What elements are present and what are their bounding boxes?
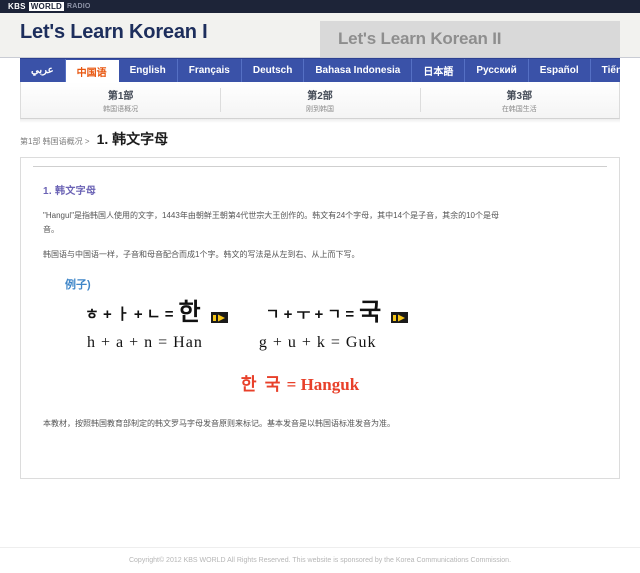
romanization-row: h + a + n = Han g + u + k = Guk: [87, 334, 605, 352]
kbs-world-radio-logo[interactable]: KBS WORLD RADIO: [8, 2, 91, 11]
language-tab-label: 中国语: [76, 67, 107, 79]
language-tab-5[interactable]: Bahasa Indonesia: [304, 59, 413, 82]
site-header: Let's Learn Korean I Let's Learn Korean …: [0, 13, 640, 58]
language-tab-label: Русский: [476, 65, 517, 76]
banner-label: Let's Learn Korean II: [338, 29, 502, 48]
language-tab-4[interactable]: Deutsch: [242, 59, 305, 82]
language-tab-2[interactable]: English: [119, 59, 178, 82]
part-navigation: 第1部 韩国语概况 第2部 刚到韩国 第3部 在韩国生活: [20, 82, 620, 119]
card-top-divider: [33, 166, 607, 167]
part-nav-item-1[interactable]: 第1部韩国语概况: [21, 82, 220, 118]
language-tab-0[interactable]: عربي: [20, 59, 66, 82]
paragraph-hangul-intro: "Hangul"是指韩国人使用的文字，1443年由朝鲜王朝第4代世宗大王创作的。…: [43, 211, 499, 234]
lesson-title: 1. 韩文字母: [96, 131, 169, 147]
combined-result-row: 한 국 = Hanguk: [35, 370, 605, 395]
language-tab-8[interactable]: Español: [529, 59, 591, 82]
example-label: 例子): [65, 279, 91, 291]
page-root: KBS WORLD RADIO Let's Learn Korean I Let…: [0, 0, 640, 573]
combined-romanized: Hanguk: [300, 375, 360, 394]
language-tab-label: Français: [188, 65, 230, 76]
logo-world-text: WORLD: [28, 2, 65, 11]
language-tab-bar: عربي 中国语 English Français Deutsch Bahasa Indo…: [20, 58, 640, 82]
romanization-guk: g + u + k = Guk: [258, 334, 377, 351]
combined-hangul: 한 국: [240, 375, 283, 394]
language-tab-label: 日本語: [423, 67, 454, 78]
language-tab-1[interactable]: 中国语: [65, 60, 119, 82]
section-heading: 1. 韩文字母: [43, 186, 97, 197]
page-title-lets-learn-korean-1: Let's Learn Korean I: [20, 21, 208, 43]
part-title: 第1部: [107, 90, 134, 102]
copyright-text: Copyright© 2012 KBS WORLD All Rights Res…: [128, 557, 512, 564]
site-footer: Copyright© 2012 KBS WORLD All Rights Res…: [0, 547, 640, 573]
part-title: 第3部: [506, 90, 533, 102]
lesson-content-card: 1. 韩文字母 "Hangul"是指韩国人使用的文字，1443年由朝鲜王朝第4代…: [20, 157, 620, 479]
logo-radio-text: RADIO: [67, 3, 91, 10]
part-nav-shadow: [20, 119, 620, 123]
play-icon[interactable]: [391, 312, 409, 323]
formula-han: ㅎ + ㅏ + ㄴ = 한: [85, 301, 228, 325]
part-nav-item-3[interactable]: 第3部在韩国生活: [419, 82, 619, 118]
language-tab-label: عربي: [31, 65, 54, 76]
formula-guk-parts: ㄱ + ㅜ + ㄱ =: [265, 305, 355, 323]
language-tab-label: Bahasa Indonesia: [315, 65, 401, 76]
play-icon[interactable]: [210, 312, 228, 323]
language-tab-label: Deutsch: [252, 65, 293, 76]
part-subtitle: 在韩国生活: [501, 105, 537, 113]
formula-guk-result: 국: [359, 299, 382, 326]
logo-kbs-text: KBS: [8, 2, 26, 11]
breadcrumb-path[interactable]: 第1部 韩国语概况 >: [20, 136, 90, 147]
combined-equals: =: [286, 375, 297, 394]
paragraph-writing-direction: 韩国语与中国语一样，子音和母音配合而成1个字。韩文的写法是从左到右、从上而下写。: [43, 250, 360, 259]
formula-guk: ㄱ + ㅜ + ㄱ = 국: [266, 301, 409, 325]
language-tab-7[interactable]: Русский: [465, 59, 529, 82]
formula-han-result: 한: [178, 299, 201, 326]
part-subtitle: 刚到韩国: [305, 105, 334, 113]
language-tab-9[interactable]: Tiếng Việt: [591, 59, 640, 82]
hangul-formula-row: ㅎ + ㅏ + ㄴ = 한 ㄱ + ㅜ + ㄱ = 국: [85, 296, 605, 330]
part-subtitle: 韩国语概况: [103, 105, 139, 113]
language-tab-label: Tiếng Việt: [601, 65, 640, 76]
romanization-han: h + a + n = Han: [87, 334, 203, 351]
lets-learn-korean-2-banner[interactable]: Let's Learn Korean II: [320, 21, 620, 57]
part-title: 第2部: [307, 90, 333, 102]
top-brand-bar: KBS WORLD RADIO: [0, 0, 640, 13]
language-tab-label: Español: [539, 65, 579, 76]
language-tab-6[interactable]: 日本語: [412, 59, 466, 82]
part-nav-item-2[interactable]: 第2部刚到韩国: [220, 82, 419, 118]
breadcrumb: 第1部 韩国语概况 > 1. 韩文字母: [20, 129, 620, 153]
formula-han-parts: ㅎ + ㅏ + ㄴ =: [85, 305, 174, 323]
footnote-pronunciation: 本教材，按照韩国教育部制定的韩文罗马字母发音原则来标记。基本发音是以韩国语标准发…: [43, 419, 395, 428]
language-tab-3[interactable]: Français: [178, 59, 242, 82]
language-tab-label: English: [129, 65, 166, 76]
